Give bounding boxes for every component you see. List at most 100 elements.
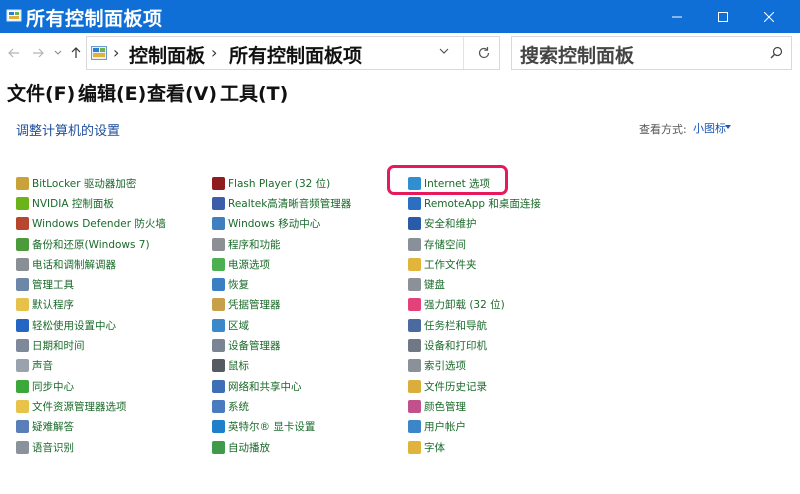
control-panel-item[interactable]: 日期和时间 <box>16 335 166 355</box>
control-panel-item-label: 轻松使用设置中心 <box>32 319 116 332</box>
title-bar: 所有控制面板项 <box>0 0 800 33</box>
control-panel-item[interactable]: 任务栏和导航 <box>408 315 541 335</box>
maximize-button[interactable] <box>700 0 746 33</box>
control-panel-item[interactable]: 字体 <box>408 437 541 457</box>
control-panel-item[interactable]: 自动播放 <box>212 437 351 457</box>
control-panel-item-label: Flash Player (32 位) <box>228 177 331 190</box>
control-panel-item-label: 自动播放 <box>228 441 270 454</box>
ease-of-access-icon <box>16 318 29 332</box>
control-panel-item[interactable]: 同步中心 <box>16 376 166 396</box>
control-panel-item-label: 英特尔® 显卡设置 <box>228 421 316 434</box>
control-panel-item[interactable]: 设备管理器 <box>212 335 351 355</box>
control-panel-item-label: 默认程序 <box>32 299 74 312</box>
control-panel-item[interactable]: BitLocker 驱动器加密 <box>16 173 166 193</box>
maximize-icon <box>718 11 728 22</box>
control-panel-item[interactable]: Windows 移动中心 <box>212 214 351 234</box>
control-panel-item[interactable]: 用户帐户 <box>408 417 541 437</box>
forward-button[interactable] <box>30 45 46 61</box>
control-panel-item[interactable]: 凭据管理器 <box>212 295 351 315</box>
menu-file[interactable]: 文件(F) <box>7 79 75 106</box>
control-panel-item-label: 备份和还原(Windows 7) <box>32 238 150 251</box>
control-panel-item[interactable]: 网络和共享中心 <box>212 376 351 396</box>
up-button[interactable] <box>68 45 84 61</box>
close-icon <box>764 11 774 22</box>
control-panel-item[interactable]: RemoteApp 和桌面连接 <box>408 193 541 213</box>
window-title: 所有控制面板项 <box>26 8 163 30</box>
control-panel-item[interactable]: 电话和调制解调器 <box>16 254 166 274</box>
menu-tools[interactable]: 工具(T) <box>220 79 288 106</box>
view-by-dropdown[interactable]: 小图标 <box>693 120 726 136</box>
control-panel-item[interactable]: Windows Defender 防火墙 <box>16 214 166 234</box>
control-panel-item-label: 工作文件夹 <box>424 258 477 271</box>
control-panel-item[interactable]: 鼠标 <box>212 356 351 376</box>
intel-graphics-icon <box>212 420 225 434</box>
breadcrumb-separator-icon: › <box>113 43 120 62</box>
control-panel-item-label: 区域 <box>228 319 249 332</box>
recovery-icon <box>212 278 225 292</box>
search-input[interactable]: 搜索控制面板 <box>511 36 792 70</box>
control-panel-item[interactable]: 备份和还原(Windows 7) <box>16 234 166 254</box>
refresh-icon[interactable] <box>477 46 491 60</box>
control-panel-item[interactable]: 声音 <box>16 356 166 376</box>
control-panel-item[interactable]: 疑难解答 <box>16 417 166 437</box>
control-panel-item-label: RemoteApp 和桌面连接 <box>424 197 541 210</box>
control-panel-item[interactable]: Realtek高清晰音频管理器 <box>212 193 351 213</box>
control-panel-item-label: 日期和时间 <box>32 340 85 353</box>
control-panel-item-label: 字体 <box>424 441 445 454</box>
backup-icon <box>16 237 29 251</box>
menu-view[interactable]: 查看(V) <box>147 79 217 106</box>
control-panel-item[interactable]: 管理工具 <box>16 274 166 294</box>
control-panel-item[interactable]: 索引选项 <box>408 356 541 376</box>
control-panel-item[interactable]: 文件历史记录 <box>408 376 541 396</box>
control-panel-item[interactable]: 轻松使用设置中心 <box>16 315 166 335</box>
explorer-options-icon <box>16 399 29 413</box>
keyboard-icon <box>408 278 421 292</box>
control-panel-item[interactable]: 颜色管理 <box>408 396 541 416</box>
control-panel-item[interactable]: 文件资源管理器选项 <box>16 396 166 416</box>
control-panel-item[interactable]: 强力卸载 (32 位) <box>408 295 541 315</box>
control-panel-item[interactable]: 电源选项 <box>212 254 351 274</box>
items-column-3: Internet 选项 RemoteApp 和桌面连接 安全和维护 存储空间 工作文件夹… <box>408 173 541 457</box>
minimize-button[interactable] <box>654 0 700 33</box>
control-panel-item[interactable]: 安全和维护 <box>408 214 541 234</box>
speech-recognition-icon <box>16 440 29 454</box>
control-panel-item[interactable]: Flash Player (32 位) <box>212 173 351 193</box>
control-panel-item-label: 安全和维护 <box>424 218 477 231</box>
control-panel-item[interactable]: NVIDIA 控制面板 <box>16 193 166 213</box>
control-panel-item[interactable]: 默认程序 <box>16 295 166 315</box>
control-panel-item-label: 颜色管理 <box>424 400 466 413</box>
control-panel-item[interactable]: 系统 <box>212 396 351 416</box>
control-panel-item[interactable]: 工作文件夹 <box>408 254 541 274</box>
control-panel-item-label: 文件历史记录 <box>424 380 487 393</box>
control-panel-item[interactable]: 设备和打印机 <box>408 335 541 355</box>
recent-locations-button[interactable] <box>50 45 66 61</box>
control-panel-item-label: 索引选项 <box>424 360 466 373</box>
back-button[interactable] <box>6 45 22 61</box>
breadcrumb-all-items[interactable]: 所有控制面板项 <box>229 41 362 68</box>
control-panel-item[interactable]: 语音识别 <box>16 437 166 457</box>
menu-edit[interactable]: 编辑(E) <box>78 79 146 106</box>
control-panel-item[interactable]: 存储空间 <box>408 234 541 254</box>
control-panel-item[interactable]: 程序和功能 <box>212 234 351 254</box>
control-panel-item[interactable]: 英特尔® 显卡设置 <box>212 417 351 437</box>
date-time-icon <box>16 339 29 353</box>
breadcrumb-control-panel[interactable]: 控制面板 <box>129 41 205 68</box>
chevron-down-icon[interactable] <box>725 125 731 129</box>
close-button[interactable] <box>746 0 792 33</box>
control-panel-item[interactable]: 键盘 <box>408 274 541 294</box>
chevron-down-icon[interactable] <box>439 47 449 55</box>
control-panel-item[interactable]: 恢复 <box>212 274 351 294</box>
search-icon[interactable] <box>770 46 783 59</box>
admin-tools-icon <box>16 278 29 292</box>
taskbar-icon <box>408 318 421 332</box>
power-options-icon <box>212 257 225 271</box>
control-panel-item-label: BitLocker 驱动器加密 <box>32 177 137 190</box>
control-panel-item-label: 疑难解答 <box>32 421 74 434</box>
control-panel-item-label: 语音识别 <box>32 441 74 454</box>
address-bar[interactable]: › 控制面板 › 所有控制面板项 <box>86 36 500 70</box>
control-panel-item-label: 电话和调制解调器 <box>32 258 116 271</box>
arrow-left-icon <box>8 48 19 58</box>
indexing-options-icon <box>408 359 421 373</box>
highlight-box <box>387 165 508 195</box>
control-panel-item[interactable]: 区域 <box>212 315 351 335</box>
